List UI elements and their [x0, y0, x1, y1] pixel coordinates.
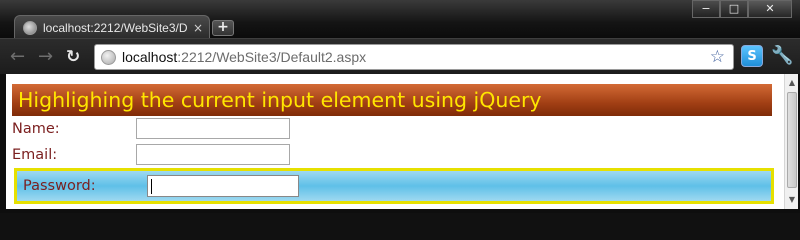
- tab-title: localhost:2212/WebSite3/D: [43, 20, 188, 35]
- text-caret: [151, 178, 152, 194]
- forward-arrow-icon[interactable]: →: [38, 48, 53, 66]
- email-row: Email:: [12, 144, 290, 165]
- email-label: Email:: [12, 146, 58, 163]
- maximize-button[interactable]: □: [720, 0, 748, 18]
- email-input[interactable]: [136, 144, 290, 165]
- page-favicon-icon: [23, 20, 37, 35]
- password-label: Password:: [23, 178, 96, 194]
- reload-icon[interactable]: ↻: [66, 48, 80, 66]
- new-tab-button[interactable]: +: [212, 20, 234, 36]
- scroll-down-icon[interactable]: ▼: [787, 194, 797, 206]
- skype-extension-icon[interactable]: S: [741, 45, 763, 67]
- browser-tab[interactable]: localhost:2212/WebSite3/D ×: [14, 15, 210, 39]
- vertical-scrollbar[interactable]: ▲ ▼: [784, 74, 798, 209]
- password-row-highlighted: Password:: [14, 168, 774, 204]
- wrench-menu-icon[interactable]: 🔧: [771, 45, 793, 67]
- window-controls: − □ ✕: [692, 0, 792, 18]
- url-path: :2212/WebSite3/Default2.aspx: [177, 49, 367, 65]
- url-text[interactable]: localhost:2212/WebSite3/Default2.aspx: [122, 49, 710, 65]
- scroll-thumb[interactable]: [787, 92, 797, 188]
- name-input[interactable]: [136, 118, 290, 139]
- address-bar[interactable]: localhost:2212/WebSite3/Default2.aspx ☆: [94, 44, 734, 70]
- bookmark-star-icon[interactable]: ☆: [710, 48, 725, 66]
- name-row: Name:: [12, 118, 290, 139]
- back-arrow-icon[interactable]: ←: [10, 48, 25, 66]
- tab-close-icon[interactable]: ×: [193, 22, 203, 34]
- globe-icon: [101, 49, 116, 65]
- url-host: localhost: [122, 49, 178, 65]
- minimize-button[interactable]: −: [692, 0, 720, 18]
- page-viewport: Highlighing the current input element us…: [6, 74, 784, 209]
- close-window-button[interactable]: ✕: [748, 0, 792, 18]
- browser-window: localhost:2212/WebSite3/D × + − □ ✕ ← → …: [0, 0, 800, 213]
- password-input[interactable]: [147, 175, 299, 197]
- tab-strip: localhost:2212/WebSite3/D × + − □ ✕: [0, 0, 800, 39]
- scroll-up-icon[interactable]: ▲: [787, 77, 797, 89]
- page-heading: Highlighing the current input element us…: [12, 84, 772, 116]
- name-label: Name:: [12, 120, 60, 137]
